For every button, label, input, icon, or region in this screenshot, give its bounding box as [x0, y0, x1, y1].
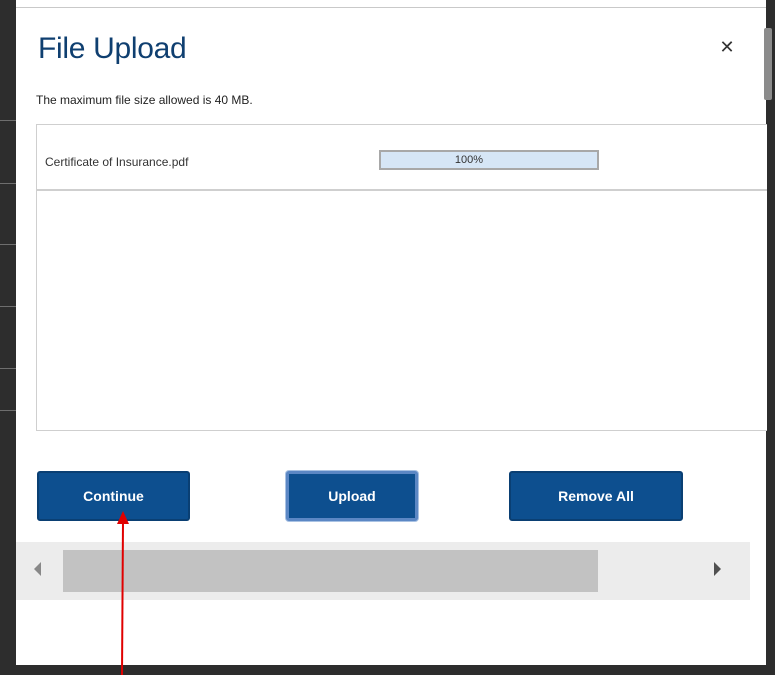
- vertical-scrollbar-thumb[interactable]: [764, 28, 772, 100]
- file-name: Certificate of Insurance.pdf: [45, 155, 189, 169]
- file-upload-dialog: File Upload ✕ The maximum file size allo…: [16, 7, 772, 665]
- file-row: Certificate of Insurance.pdf 100%: [37, 125, 767, 191]
- file-list-panel: Certificate of Insurance.pdf 100%: [36, 124, 767, 431]
- remove-all-button[interactable]: Remove All: [509, 471, 683, 521]
- dialog-title: File Upload: [38, 32, 187, 65]
- upload-progress-text: 100%: [454, 154, 484, 166]
- max-file-size-note: The maximum file size allowed is 40 MB.: [36, 93, 253, 107]
- background-window-edge-bottom: [0, 664, 775, 675]
- scrollbar-thumb[interactable]: [63, 550, 598, 592]
- upload-progress-bar: 100%: [379, 150, 599, 170]
- close-icon[interactable]: ✕: [716, 36, 738, 58]
- scroll-left-icon[interactable]: [34, 562, 41, 576]
- continue-button[interactable]: Continue: [37, 471, 190, 521]
- background-window-edge-right: [766, 0, 775, 675]
- upload-button[interactable]: Upload: [286, 471, 418, 521]
- horizontal-scrollbar[interactable]: [16, 542, 750, 600]
- scroll-right-icon[interactable]: [714, 562, 721, 576]
- background-window-edge-left: [0, 0, 16, 675]
